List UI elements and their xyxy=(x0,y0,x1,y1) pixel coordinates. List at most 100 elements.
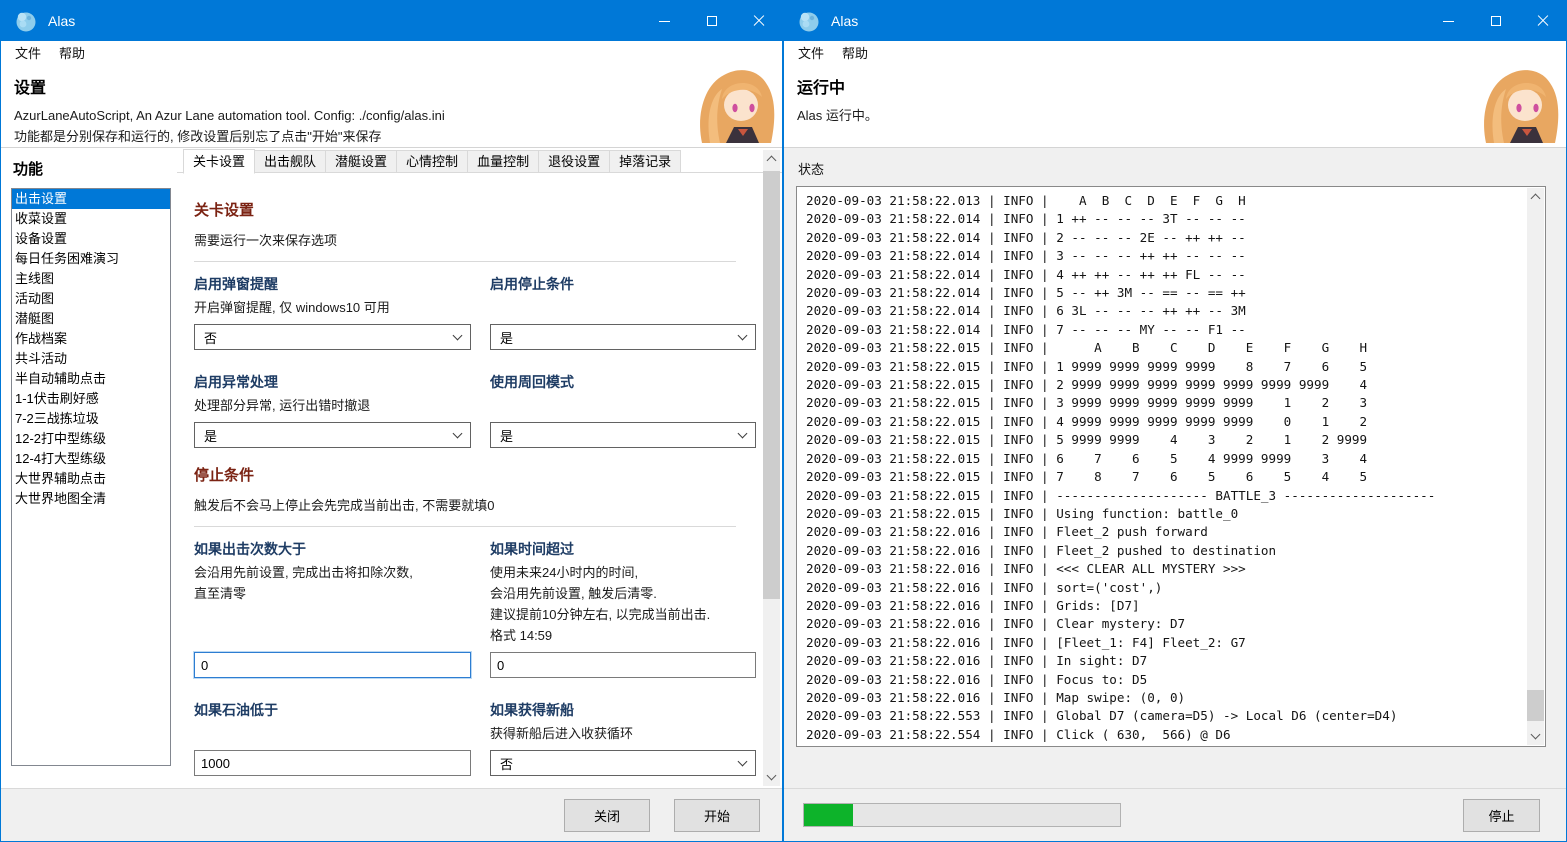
settings-header: 设置 AzurLaneAutoScript, An Azur Lane auto… xyxy=(1,64,782,148)
runner-footer: 停止 xyxy=(784,788,1566,841)
sidebar-item-label: 大世界辅助点击 xyxy=(15,471,106,486)
log-line: 2020-09-03 21:58:22.015 | INFO | 3 9999 … xyxy=(806,394,1521,412)
sidebar-item-label: 收菜设置 xyxy=(15,211,67,226)
sidebar-item[interactable]: 1-1伏击刷好感 xyxy=(12,389,170,409)
tab[interactable]: 血量控制 xyxy=(467,150,539,173)
tab-label: 关卡设置 xyxy=(193,154,245,169)
log-line: 2020-09-03 21:58:22.014 | INFO | 5 -- ++… xyxy=(806,284,1521,302)
select-value: 是 xyxy=(204,426,217,445)
stop-condition-select[interactable]: 是 xyxy=(490,324,756,350)
tab[interactable]: 退役设置 xyxy=(538,150,610,173)
log-output[interactable]: 2020-09-03 21:58:22.013 | INFO | A B C D… xyxy=(796,186,1546,747)
header-description-2: 功能都是分别保存和运行的, 修改设置后别忘了点击"开始"来保存 xyxy=(14,126,782,147)
field-attack-count: 如果出击次数大于 会沿用先前设置, 完成出击将扣除次数, 直至清零 xyxy=(194,539,471,678)
section-desc-stop-condition: 触发后不会马上停止会先完成当前出击, 不需要就填0 xyxy=(194,495,736,514)
minimize-button[interactable] xyxy=(1425,1,1472,41)
tab[interactable]: 潜艇设置 xyxy=(325,150,397,173)
sidebar-heading: 功能 xyxy=(13,158,171,179)
sidebar-item[interactable]: 半自动辅助点击 xyxy=(12,369,170,389)
window-title: Alas xyxy=(48,13,75,29)
loop-mode-select[interactable]: 是 xyxy=(490,422,756,448)
progress-fill xyxy=(804,804,853,826)
sidebar-item[interactable]: 作战档案 xyxy=(12,329,170,349)
new-ship-select[interactable]: 否 xyxy=(490,750,756,776)
select-value: 是 xyxy=(500,328,513,347)
log-line: 2020-09-03 21:58:22.016 | INFO | Fleet_2… xyxy=(806,523,1521,541)
scroll-down-icon[interactable] xyxy=(1527,728,1544,745)
maximize-button[interactable] xyxy=(688,1,735,41)
sidebar-item[interactable]: 设备设置 xyxy=(12,229,170,249)
log-line: 2020-09-03 21:58:22.015 | INFO | 6 7 6 5… xyxy=(806,450,1521,468)
sidebar-item[interactable]: 7-2三战拣垃圾 xyxy=(12,409,170,429)
maximize-button[interactable] xyxy=(1472,1,1519,41)
close-icon xyxy=(1536,14,1550,28)
scroll-thumb[interactable] xyxy=(1527,690,1544,721)
field-desc: 开启弹窗提醒, 仅 windows10 可用 xyxy=(194,297,471,318)
settings-titlebar[interactable]: Alas xyxy=(1,1,782,41)
close-icon xyxy=(752,14,766,28)
log-line: 2020-09-03 21:58:22.015 | INFO | 1 9999 … xyxy=(806,358,1521,376)
scroll-thumb[interactable] xyxy=(763,171,780,599)
close-button[interactable] xyxy=(1519,1,1566,41)
sidebar-item[interactable]: 大世界地图全清 xyxy=(12,489,170,509)
chevron-down-icon xyxy=(738,428,748,438)
field-label: 如果时间超过 xyxy=(490,539,756,559)
screen: Alas 文件帮助 设置 AzurLaneAutoScript, An Azur… xyxy=(0,0,1567,842)
sidebar-item[interactable]: 12-4打大型练级 xyxy=(12,449,170,469)
scroll-up-icon[interactable] xyxy=(763,150,780,167)
popup-alert-select[interactable]: 否 xyxy=(194,324,471,350)
sidebar-item[interactable]: 每日任务困难演习 xyxy=(12,249,170,269)
log-line: 2020-09-03 21:58:22.554 | INFO | Click (… xyxy=(806,726,1521,744)
log-line: 2020-09-03 21:58:22.016 | INFO | [Fleet_… xyxy=(806,634,1521,652)
progress-bar xyxy=(803,803,1121,827)
oil-below-input[interactable] xyxy=(194,750,471,776)
field-label: 如果获得新船 xyxy=(490,700,756,720)
log-scrollbar[interactable] xyxy=(1527,188,1544,745)
log-line: 2020-09-03 21:58:22.015 | INFO | -------… xyxy=(806,487,1521,505)
close-app-button[interactable]: 关闭 xyxy=(564,799,650,832)
menu-item[interactable]: 文件 xyxy=(789,41,833,64)
close-button[interactable] xyxy=(735,1,782,41)
sidebar-item-label: 潜艇图 xyxy=(15,311,54,326)
menu-item[interactable]: 文件 xyxy=(6,41,50,64)
tab-label: 血量控制 xyxy=(477,154,529,169)
sidebar-item[interactable]: 大世界辅助点击 xyxy=(12,469,170,489)
time-limit-input[interactable] xyxy=(490,652,756,678)
log-line: 2020-09-03 21:58:22.016 | INFO | Clear m… xyxy=(806,615,1521,633)
menu-item[interactable]: 帮助 xyxy=(833,41,877,64)
menu-item[interactable]: 帮助 xyxy=(50,41,94,64)
tab[interactable]: 出击舰队 xyxy=(254,150,326,173)
divider xyxy=(194,526,736,527)
select-value: 是 xyxy=(500,426,513,445)
tab-panel: 关卡设置出击舰队潜艇设置心情控制血量控制退役设置掉落记录 关卡设置 需要运行一次… xyxy=(177,148,782,788)
sidebar-item-label: 活动图 xyxy=(15,291,54,306)
section-title-stop-condition: 停止条件 xyxy=(194,464,736,485)
sidebar-item[interactable]: 活动图 xyxy=(12,289,170,309)
scroll-up-icon[interactable] xyxy=(1527,188,1544,205)
tab[interactable]: 掉落记录 xyxy=(609,150,681,173)
tab[interactable]: 关卡设置 xyxy=(183,149,255,174)
stop-button[interactable]: 停止 xyxy=(1463,799,1540,832)
sidebar-item[interactable]: 潜艇图 xyxy=(12,309,170,329)
field-row-1: 启用弹窗提醒 开启弹窗提醒, 仅 windows10 可用 否 启用停止条件 是 xyxy=(194,274,736,350)
log-line: 2020-09-03 21:58:22.014 | INFO | 3 -- --… xyxy=(806,247,1521,265)
minimize-button[interactable] xyxy=(641,1,688,41)
content-scrollbar[interactable] xyxy=(763,150,780,786)
attack-count-input[interactable] xyxy=(194,652,471,678)
sidebar-item[interactable]: 收菜设置 xyxy=(12,209,170,229)
alas-logo-icon xyxy=(797,9,821,33)
sidebar-item[interactable]: 出击设置 xyxy=(12,189,170,209)
log-line: 2020-09-03 21:58:22.014 | INFO | 2 -- --… xyxy=(806,229,1521,247)
page-title: 运行中 xyxy=(797,74,1566,98)
section-title-stage-settings: 关卡设置 xyxy=(194,199,736,220)
sidebar-item[interactable]: 12-2打中型练级 xyxy=(12,429,170,449)
sidebar-item[interactable]: 主线图 xyxy=(12,269,170,289)
select-value: 否 xyxy=(500,754,513,773)
field-desc: 处理部分异常, 运行出错时撤退 xyxy=(194,395,471,416)
sidebar-item[interactable]: 共斗活动 xyxy=(12,349,170,369)
scroll-down-icon[interactable] xyxy=(763,769,780,786)
tab[interactable]: 心情控制 xyxy=(396,150,468,173)
start-button[interactable]: 开始 xyxy=(674,799,760,832)
runner-titlebar[interactable]: Alas xyxy=(784,1,1566,41)
error-handling-select[interactable]: 是 xyxy=(194,422,471,448)
